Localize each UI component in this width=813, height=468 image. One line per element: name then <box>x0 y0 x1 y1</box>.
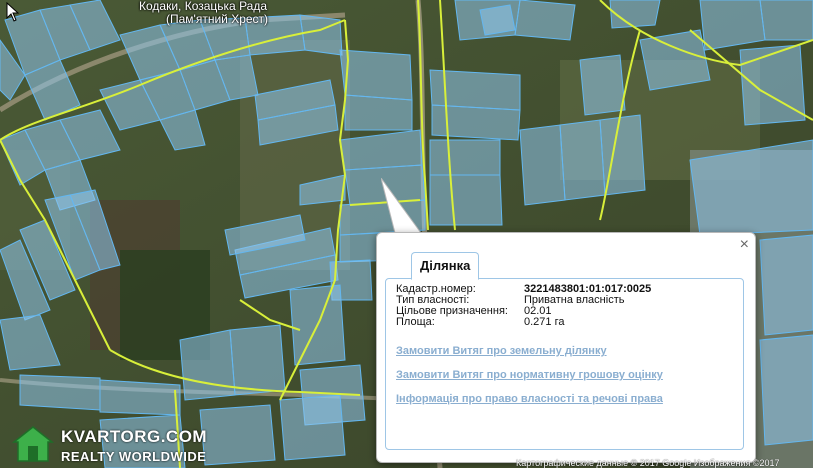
tab-panel: Кадастр.номер: 3221483801:01:017:0025 Тип… <box>385 278 744 450</box>
popup-pointer <box>381 178 422 234</box>
parcel-info-popup: × Ділянка Кадастр.номер: 3221483801:01:01… <box>376 232 756 463</box>
place-label-line2: (Пам'ятний Хрест) <box>166 12 269 26</box>
prop-row-area: Площа: 0.271 га <box>396 317 651 328</box>
map-copyright: Картографические данные © 2017 Google Из… <box>516 458 780 468</box>
area-value: 0.271 га <box>524 316 565 328</box>
property-list: Кадастр.номер: 3221483801:01:017:0025 Тип… <box>396 284 651 328</box>
mouse-cursor-icon <box>6 2 20 22</box>
ownership-info-link[interactable]: Інформація про право власності та речові… <box>396 393 663 405</box>
prop-label: Площа: <box>396 316 435 328</box>
watermark-tagline: REALTY WORLDWIDE <box>61 449 207 464</box>
order-extract-land-link[interactable]: Замовити Витяг про земельну ділянку <box>396 345 607 357</box>
close-icon[interactable]: × <box>740 237 749 253</box>
watermark-brand: KVARTORG.COM <box>61 427 208 446</box>
tab-parcel[interactable]: Ділянка <box>411 252 480 280</box>
order-extract-valuation-link[interactable]: Замовити Витяг про нормативну грошову оц… <box>396 369 663 381</box>
place-label: Кодаки, Козацька Рада (Пам'ятний Хрест) <box>138 0 268 26</box>
house-icon <box>11 426 55 462</box>
